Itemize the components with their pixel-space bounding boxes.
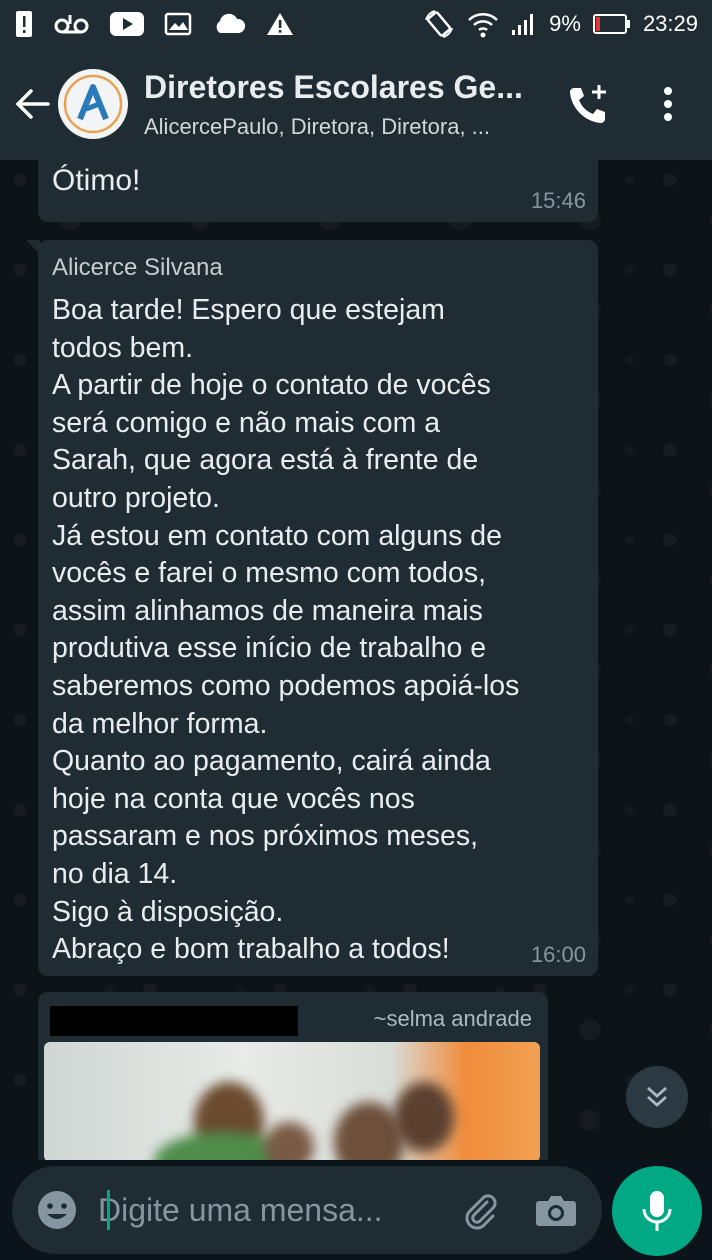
chat-header: Diretores Escolares Ge... AlicercePaulo,… xyxy=(0,48,712,160)
emoji-icon xyxy=(38,1191,76,1229)
group-participants: AlicercePaulo, Diretora, Diretora, ... xyxy=(144,113,491,139)
battery-icon xyxy=(592,13,631,35)
paperclip-icon xyxy=(465,1194,497,1230)
message-bubble[interactable]: Alicerce Silvana Boa tarde! Espero que e… xyxy=(26,240,598,976)
more-options-button[interactable] xyxy=(646,76,690,132)
group-avatar[interactable] xyxy=(58,69,128,139)
chat-title-block[interactable]: Diretores Escolares Ge... AlicercePaulo,… xyxy=(144,69,544,140)
battery-percent: 9% xyxy=(549,11,581,36)
message-bubble[interactable]: ~selma andrade xyxy=(38,992,548,1160)
phone-plus-icon xyxy=(570,85,606,123)
chat-area[interactable]: Ótimo! 15:46 Alicerce Silvana Boa tarde!… xyxy=(0,160,712,1160)
emoji-button[interactable] xyxy=(28,1181,86,1239)
group-title: Diretores Escolares Ge... xyxy=(144,68,523,105)
cloud-icon xyxy=(212,13,246,35)
warning-icon xyxy=(266,11,294,37)
message-text: Ótimo! xyxy=(52,164,141,197)
add-call-button[interactable] xyxy=(560,76,616,132)
alert-notification-icon xyxy=(14,9,34,39)
voice-message-button[interactable] xyxy=(612,1166,702,1256)
kebab-menu-icon xyxy=(664,87,672,121)
status-bar: 9% 23:29 xyxy=(0,0,712,48)
image-attachment[interactable] xyxy=(44,1042,540,1160)
camera-icon xyxy=(536,1196,576,1226)
wifi-icon xyxy=(467,10,499,38)
rotate-screen-icon xyxy=(423,8,455,40)
message-text: Boa tarde! Espero que estejam todos bem.… xyxy=(52,294,520,966)
double-chevron-down-icon xyxy=(647,1086,667,1107)
redacted-phone-number xyxy=(50,1006,298,1036)
gallery-icon xyxy=(164,12,192,36)
scroll-to-bottom-button[interactable] xyxy=(626,1066,688,1128)
message-composer-field xyxy=(12,1166,602,1254)
clock: 23:29 xyxy=(642,11,698,36)
microphone-icon xyxy=(642,1191,672,1231)
message-bubble[interactable]: Ótimo! 15:46 xyxy=(38,160,598,222)
attach-button[interactable] xyxy=(450,1180,510,1240)
message-author[interactable]: ~selma andrade xyxy=(374,1006,532,1032)
text-cursor xyxy=(107,1190,110,1230)
signal-icon xyxy=(511,12,537,36)
message-sender[interactable]: Alicerce Silvana xyxy=(52,254,223,282)
alicerce-logo-icon xyxy=(63,74,123,134)
message-time: 15:46 xyxy=(530,188,586,213)
youtube-icon xyxy=(110,12,144,36)
message-input[interactable] xyxy=(98,1190,428,1230)
camera-button[interactable] xyxy=(526,1180,586,1240)
voicemail-icon xyxy=(54,12,90,36)
composer xyxy=(0,1160,712,1260)
back-button[interactable] xyxy=(6,64,60,144)
arrow-left-icon xyxy=(15,89,50,119)
message-time: 16:00 xyxy=(530,942,586,967)
